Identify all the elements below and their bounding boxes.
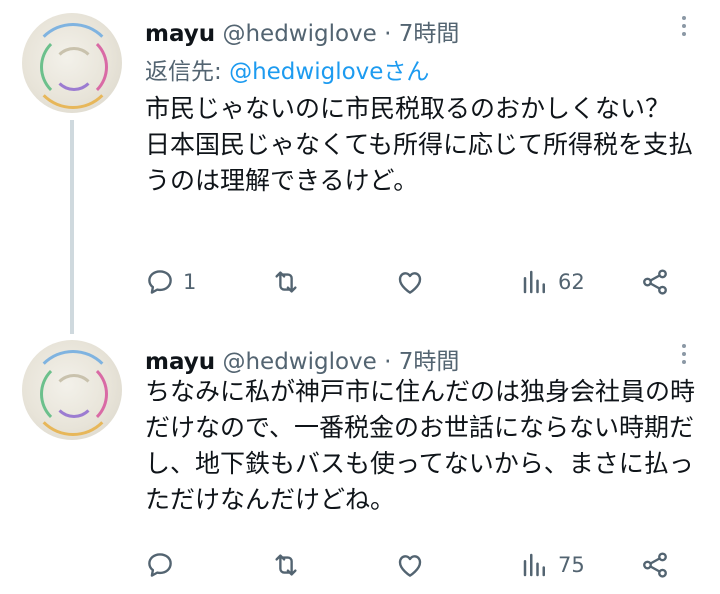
speech-bubble-icon (148, 553, 172, 577)
reply-count: 1 (183, 270, 197, 294)
view-count: 75 (558, 553, 585, 577)
tweet-time[interactable]: 7時間 (399, 21, 460, 47)
avatar[interactable] (22, 13, 122, 113)
tweet-text: 市民じゃないのに市民税取るのおかしくない？ 日本国民じゃなくても所得に応じて所得… (145, 94, 694, 195)
display-name[interactable]: mayu (145, 349, 215, 375)
reply-button[interactable] (145, 545, 183, 585)
avatar[interactable] (22, 340, 122, 440)
share-nodes-icon (643, 552, 667, 578)
vertical-dots-icon (682, 16, 686, 20)
reply-button[interactable]: 1 (145, 262, 196, 302)
views-button[interactable]: 62 (520, 262, 585, 302)
reply-to-line: 返信先: @hedwigloveさん (145, 52, 429, 86)
more-options-button[interactable] (676, 16, 692, 46)
views-button[interactable]: 75 (520, 545, 585, 585)
retweet-arrows-icon (275, 554, 297, 576)
share-nodes-icon (643, 269, 667, 295)
separator-dot: · (384, 21, 392, 47)
display-name[interactable]: mayu (145, 21, 215, 47)
vertical-dots-icon (682, 344, 686, 348)
more-options-button[interactable] (676, 344, 692, 374)
tweet-header: mayu @hedwiglove · 7時間 (145, 342, 459, 376)
retweet-button[interactable] (271, 262, 301, 302)
heart-outline-icon (398, 555, 422, 577)
tweet-text: ちなみに私が神戸市に住んだのは独身会社員の時だけなので、一番税金のお世話にならな… (145, 377, 696, 514)
like-button[interactable] (395, 262, 425, 302)
reply-mention-link[interactable]: @hedwigloveさん (229, 59, 429, 85)
retweet-arrows-icon (275, 271, 297, 293)
tweet-time[interactable]: 7時間 (399, 349, 460, 375)
share-button[interactable] (640, 545, 670, 585)
bar-chart-icon (523, 553, 545, 577)
retweet-button[interactable] (271, 545, 301, 585)
tweet[interactable]: mayu @hedwiglove · 7時間 返信先: @hedwigloveさ… (0, 0, 720, 330)
view-count: 62 (558, 270, 585, 294)
reply-to-label: 返信先: (145, 59, 230, 85)
heart-outline-icon (398, 272, 422, 294)
speech-bubble-icon (148, 270, 172, 294)
share-button[interactable] (640, 262, 670, 302)
bar-chart-icon (523, 270, 545, 294)
user-handle[interactable]: @hedwiglove (222, 349, 376, 375)
tweet-header: mayu @hedwiglove · 7時間 (145, 14, 459, 48)
tweet-actions: 75 (145, 545, 685, 585)
tweet-actions: 1 62 (145, 262, 685, 302)
like-button[interactable] (395, 545, 425, 585)
user-handle[interactable]: @hedwiglove (222, 21, 376, 47)
tweet[interactable]: mayu @hedwiglove · 7時間 ちなみに私が神戸市に住んだのは独身… (0, 330, 720, 594)
separator-dot: · (384, 349, 392, 375)
